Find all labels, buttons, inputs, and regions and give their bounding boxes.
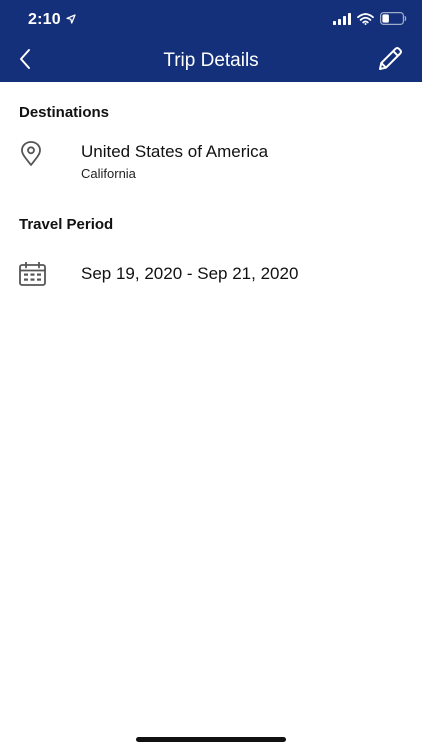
- home-indicator[interactable]: [136, 737, 286, 742]
- edit-button[interactable]: [374, 45, 406, 77]
- destination-country: United States of America: [81, 142, 269, 161]
- map-pin-icon: [19, 141, 43, 172]
- status-icons: [333, 12, 407, 30]
- cellular-signal-icon: [333, 12, 351, 30]
- back-button[interactable]: [10, 46, 40, 76]
- calendar-icon: [19, 261, 46, 291]
- battery-icon: [380, 12, 407, 30]
- travel-date-range: Sep 19, 2020 - Sep 21, 2020: [81, 264, 299, 283]
- status-time-group: 2:10: [28, 11, 76, 29]
- page-title: Trip Details: [163, 50, 259, 71]
- status-time: 2:10: [28, 11, 61, 28]
- destinations-heading: Destinations: [19, 104, 110, 121]
- chevron-left-icon: [18, 48, 32, 75]
- navigation-bar: Trip Details: [0, 40, 422, 82]
- pencil-icon: [376, 45, 404, 78]
- app-header: 2:10 Trip Details: [0, 0, 422, 82]
- wifi-icon: [357, 12, 374, 30]
- status-bar: 2:10: [0, 0, 422, 40]
- destination-region: California: [81, 166, 136, 181]
- location-arrow-icon: [66, 11, 76, 29]
- travel-period-heading: Travel Period: [19, 216, 114, 233]
